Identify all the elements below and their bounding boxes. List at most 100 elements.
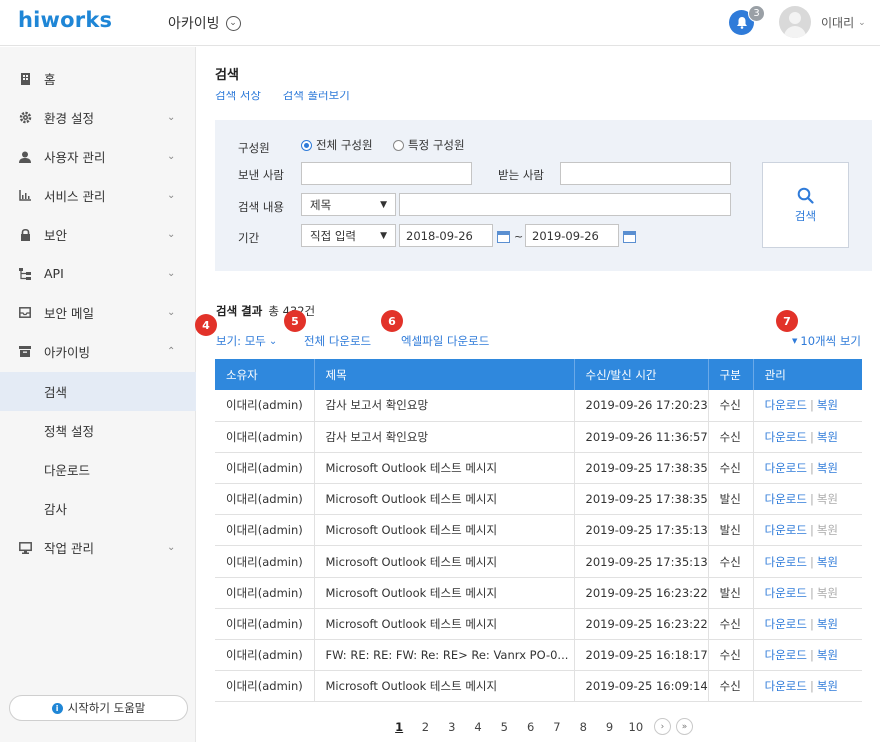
date-to-input[interactable]: 2019-09-26 [525, 224, 619, 247]
cell-type: 수신 [708, 608, 754, 641]
page-number[interactable]: 8 [570, 720, 596, 734]
restore-link[interactable]: 복원 [817, 461, 838, 475]
table-row[interactable]: 이대리(admin) Microsoft Outlook 테스트 메시지 2019-… [215, 608, 862, 641]
page-number[interactable]: 3 [439, 720, 465, 734]
sidebar-item-api[interactable]: API ⌄ [0, 254, 196, 293]
tab-search-browse[interactable]: 검색 풀러보기 [283, 91, 350, 101]
next-page-icon[interactable]: › [653, 718, 671, 735]
cell-subject[interactable]: Microsoft Outlook 테스트 메시지 [314, 545, 575, 578]
restore-link[interactable]: 복원 [817, 430, 838, 444]
table-row[interactable]: 이대리(admin) Microsoft Outlook 테스트 메시지 2019-… [215, 483, 862, 516]
view-filter-dropdown[interactable]: 보기: 모두 ⌄ [216, 333, 277, 349]
avatar[interactable] [779, 6, 811, 38]
period-select[interactable]: 직접 입력 ▼ [301, 224, 396, 247]
period-label: 기간 [238, 231, 260, 245]
radio-specific-members[interactable]: 특정 구성원 [393, 137, 465, 153]
search-tabs: 검색 서상 검색 풀러보기 [215, 91, 415, 101]
page-number[interactable]: 10 [623, 720, 649, 734]
results-title: 검색 결과 [216, 304, 263, 318]
table-row[interactable]: 이대리(admin) Microsoft Outlook 테스트 메시지 2019-… [215, 577, 862, 609]
sidebar-item-archiving[interactable]: 아카이빙 ⌃ [0, 332, 196, 371]
app-switcher[interactable]: 아카이빙 ⌄ [168, 13, 241, 33]
sidebar-subitem-search[interactable]: 검색 [0, 372, 196, 411]
user-menu[interactable]: 이대리 ⌄ [821, 14, 866, 31]
download-link[interactable]: 다운로드 [765, 586, 807, 600]
help-button[interactable]: i 시작하기 도움말 [9, 695, 188, 721]
cell-actions: 다운로드 | 복원 [753, 483, 862, 516]
page-number[interactable]: 6 [517, 720, 543, 734]
cell-subject[interactable]: 감사 보고서 확인요망 [314, 421, 575, 453]
restore-link[interactable]: 복원 [817, 679, 838, 693]
sidebar-item-security[interactable]: 보안 ⌄ [0, 215, 196, 254]
sidebar-item-label: 홈 [44, 72, 56, 87]
receiver-input[interactable] [560, 162, 731, 185]
chevron-down-icon: ⌄ [167, 307, 176, 318]
cell-subject[interactable]: Microsoft Outlook 테스트 메시지 [314, 514, 575, 547]
restore-link[interactable]: 복원 [817, 555, 838, 569]
table-row[interactable]: 이대리(admin) Microsoft Outlook 테스트 메시지 2019-… [215, 514, 862, 547]
download-link[interactable]: 다운로드 [765, 430, 807, 444]
cell-subject[interactable]: Microsoft Outlook 테스트 메시지 [314, 608, 575, 641]
calendar-icon[interactable] [623, 231, 636, 243]
sidebar-subitem-policy[interactable]: 정책 설정 [0, 411, 196, 450]
content-type-select[interactable]: 제목 ▼ [301, 193, 396, 216]
chart-icon [18, 189, 32, 203]
sidebar-subitem-audit[interactable]: 감사 [0, 489, 196, 528]
sidebar-item-services[interactable]: 서비스 관리 ⌄ [0, 176, 196, 215]
sidebar-subitem-label: 정책 설정 [44, 424, 94, 439]
column-header-subject: 제목 [314, 359, 575, 390]
cell-time: 2019-09-25 16:23:22 [574, 577, 709, 609]
cell-subject[interactable]: Microsoft Outlook 테스트 메시지 [314, 577, 575, 609]
download-link[interactable]: 다운로드 [765, 555, 807, 569]
cell-subject[interactable]: Microsoft Outlook 테스트 메시지 [314, 483, 575, 516]
page-number[interactable]: 7 [544, 720, 570, 734]
cell-actions: 다운로드 | 복원 [753, 514, 862, 547]
download-link[interactable]: 다운로드 [765, 461, 807, 475]
download-link[interactable]: 다운로드 [765, 492, 807, 506]
sidebar-item-tasks[interactable]: 작업 관리 ⌄ [0, 528, 196, 567]
page-number[interactable]: 5 [491, 720, 517, 734]
download-link[interactable]: 다운로드 [765, 523, 807, 537]
restore-link[interactable]: 복원 [817, 648, 838, 662]
sidebar-item-settings[interactable]: 환경 설정 ⌄ [0, 98, 196, 137]
cell-subject[interactable]: 감사 보고서 확인요망 [314, 390, 575, 422]
calendar-icon[interactable] [497, 231, 510, 243]
page-number[interactable]: 4 [465, 720, 491, 734]
download-link[interactable]: 다운로드 [765, 648, 807, 662]
cell-subject[interactable]: Microsoft Outlook 테스트 메시지 [314, 670, 575, 703]
cell-type: 수신 [708, 421, 754, 453]
cell-subject[interactable]: Microsoft Outlook 테스트 메시지 [314, 452, 575, 485]
page-number[interactable]: 2 [412, 720, 438, 734]
excel-download-link[interactable]: 엑셀파일 다운로드 [401, 333, 489, 349]
radio-all-members[interactable]: 전체 구성원 [301, 137, 373, 153]
sidebar-item-secure-mail[interactable]: 보안 메일 ⌄ [0, 293, 196, 332]
download-all-link[interactable]: 전체 다운로드 [304, 333, 371, 349]
search-button[interactable]: 검색 [762, 162, 849, 248]
table-row[interactable]: 이대리(admin) 감사 보고서 확인요망 2019-09-26 17:20:23… [215, 390, 862, 422]
last-page-icon[interactable]: » [675, 718, 693, 735]
page-number[interactable]: 9 [596, 720, 622, 734]
table-row[interactable]: 이대리(admin) Microsoft Outlook 테스트 메시지 2019-… [215, 452, 862, 485]
sidebar-item-home[interactable]: 홈 [0, 59, 196, 98]
table-row[interactable]: 이대리(admin) Microsoft Outlook 테스트 메시지 2019-… [215, 670, 862, 703]
page-number[interactable]: 1 [386, 720, 412, 734]
table-row[interactable]: 이대리(admin) FW: RE: RE: FW: Re: RE> Re: Va… [215, 639, 862, 672]
table-row[interactable]: 이대리(admin) 감사 보고서 확인요망 2019-09-26 11:36:57… [215, 421, 862, 453]
restore-link[interactable]: 복원 [817, 398, 838, 412]
per-page-dropdown[interactable]: ▼ 10개씩 보기 [792, 333, 861, 349]
sender-input[interactable] [301, 162, 472, 185]
sidebar-item-users[interactable]: 사용자 관리 ⌄ [0, 137, 196, 176]
download-link[interactable]: 다운로드 [765, 398, 807, 412]
download-link[interactable]: 다운로드 [765, 617, 807, 631]
logo[interactable]: hiworks [18, 8, 112, 32]
restore-link[interactable]: 복원 [817, 617, 838, 631]
user-name: 이대리 [821, 16, 855, 30]
table-row[interactable]: 이대리(admin) Microsoft Outlook 테스트 메시지 2019-… [215, 545, 862, 578]
date-from-input[interactable]: 2018-09-26 [399, 224, 493, 247]
content-input[interactable] [399, 193, 731, 216]
tab-search-target[interactable]: 검색 서상 [215, 91, 261, 101]
column-header-time: 수신/발신 시간 [574, 359, 709, 390]
sidebar-subitem-download[interactable]: 다운로드 [0, 450, 196, 489]
cell-subject[interactable]: FW: RE: RE: FW: Re: RE> Re: Vanrx PO-0..… [314, 639, 575, 672]
download-link[interactable]: 다운로드 [765, 679, 807, 693]
